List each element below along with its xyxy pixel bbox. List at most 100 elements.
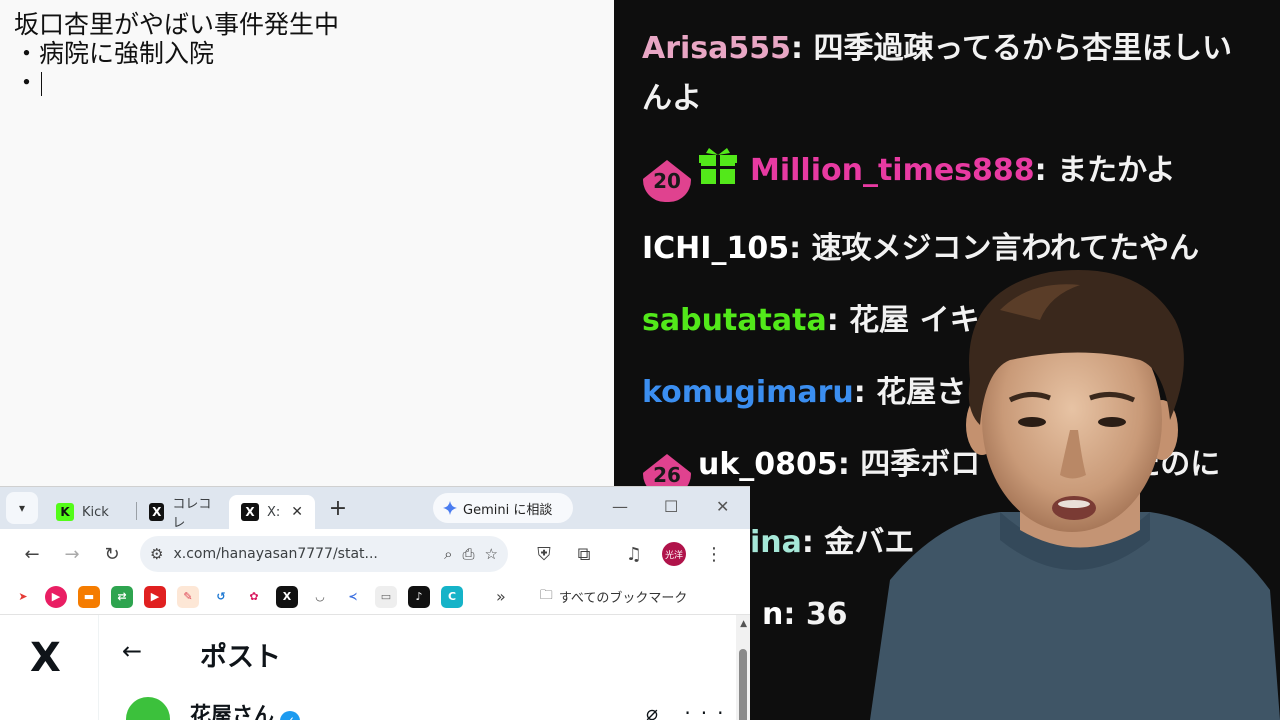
bookmark-sync-icon[interactable]: ↺ — [210, 585, 232, 608]
nav-divider — [98, 615, 99, 720]
bookmark-music-icon[interactable]: ▶ — [45, 585, 67, 608]
menu-button[interactable]: ⋮ — [696, 536, 732, 572]
all-bookmarks-label: すべてのブックマーク — [558, 591, 688, 606]
extensions-button[interactable]: ⧉ — [566, 536, 602, 572]
x-favicon-icon: X — [241, 503, 259, 521]
author-avatar[interactable] — [126, 697, 170, 720]
chat-username: Arisa555 — [642, 31, 792, 66]
bookmark-doc-icon[interactable]: ✎ — [177, 585, 199, 608]
notepad-window[interactable]: 坂口杏里がやばい事件発生中 ・病院に強制入院 ・ — [0, 0, 614, 486]
chat-username: uk_0805 — [698, 447, 838, 482]
forward-button[interactable]: → — [54, 536, 90, 572]
scrollbar[interactable]: ▲ — [736, 615, 750, 720]
chat-username: komugimaru — [642, 375, 854, 410]
chat-separator: : — [1034, 153, 1058, 188]
chat-separator: : — [789, 231, 812, 266]
post-back-button[interactable]: ← — [122, 637, 142, 665]
note-line-3[interactable]: ・ — [14, 68, 600, 97]
author-name: 花屋さん — [190, 703, 274, 720]
chat-text: 36 — [805, 597, 848, 632]
webcam-feed — [850, 250, 1280, 720]
note-line-1[interactable]: 坂口杏里がやばい事件発生中 — [14, 10, 600, 39]
chevron-down-icon: ▾ — [18, 501, 26, 515]
subscriber-badge-icon: 20 — [642, 160, 692, 202]
music-list-icon: ♫ — [625, 543, 643, 565]
chat-username: n — [762, 597, 784, 632]
tab-kick[interactable]: K Kick — [44, 495, 136, 529]
reload-button[interactable]: ↻ — [94, 536, 130, 572]
bookmark-amazon-icon[interactable]: ▬ — [78, 585, 100, 608]
scrollbar-thumb[interactable] — [739, 649, 747, 720]
scroll-up-icon[interactable]: ▲ — [740, 619, 747, 629]
note-line-3-text: ・ — [14, 68, 40, 97]
tab-korekore[interactable]: X コレコレ — [137, 495, 229, 531]
bookmark-green-icon[interactable]: ⇄ — [111, 585, 133, 608]
chat-separator: : — [783, 597, 806, 632]
post-actions[interactable]: ⌀ ··· — [646, 701, 733, 720]
tab-close-icon[interactable]: ✕ — [291, 504, 303, 520]
page-title: ポスト — [200, 642, 281, 673]
x-post-page: X ← ポスト 花屋さん ✓ ⌀ ··· ▲ — [0, 615, 750, 720]
text-caret — [41, 72, 43, 96]
streamer-face-image — [870, 270, 1280, 720]
all-bookmarks-folder[interactable]: 🗀 すべてのブックマーク — [540, 586, 688, 608]
install-app-icon[interactable]: ⎙ — [463, 545, 475, 563]
gemini-button[interactable]: Gemini に相談 — [433, 493, 573, 523]
bookmark-smile-icon[interactable]: ◡ — [309, 585, 331, 608]
bookmark-image-icon[interactable]: ▭ — [375, 585, 397, 608]
bookmark-x-icon[interactable]: X — [276, 585, 298, 608]
note-line-2[interactable]: ・病院に強制入院 — [14, 39, 600, 68]
bookmarks-bar: ➤ ▶ ▬ ⇄ ▶ ✎ ↺ ✿ X ◡ ≺ ▭ ♪ C » 🗀 すべてのブックマー… — [0, 579, 750, 615]
back-button[interactable]: ← — [14, 536, 50, 572]
chat-username: Million_times888 — [750, 153, 1035, 188]
bookmark-tiktok-icon[interactable]: ♪ — [408, 585, 430, 608]
gemini-sparkle-icon — [443, 501, 457, 515]
reload-icon: ↻ — [104, 543, 120, 565]
puzzle-icon: ⧉ — [577, 543, 591, 565]
shield-icon: ⛨ — [537, 543, 551, 565]
extension-shield-button[interactable]: ⛨ — [526, 536, 562, 572]
browser-toolbar: ← → ↻ ⚙ x.com/hanayasan7777/stat... ⌕ ⎙ … — [0, 529, 750, 579]
chat-username: ICHI_105 — [642, 231, 790, 266]
x-logo-icon[interactable]: X — [30, 635, 61, 681]
kick-favicon-icon: K — [56, 503, 74, 521]
bookmark-star-icon[interactable]: ☆ — [485, 545, 498, 563]
tab-strip: ▾ K Kick X コレコレ X X: ✕ + Gemini に相談 — ☐ … — [0, 487, 750, 531]
tab-x-active[interactable]: X X: ✕ — [229, 495, 315, 529]
chat-username: ina — [750, 525, 802, 560]
bookmarks-overflow-button[interactable]: » — [496, 587, 506, 606]
chat-message: Arisa555: 四季過疎ってるから杏里ほしいんよ — [642, 24, 1252, 124]
tab-label: Kick — [82, 504, 109, 520]
chat-username: sabutatata — [642, 303, 827, 338]
kebab-menu-icon: ⋮ — [705, 543, 723, 565]
tab-label: コレコレ — [172, 497, 212, 531]
chat-separator: : — [826, 303, 850, 338]
arrow-left-icon: ← — [24, 543, 40, 565]
gemini-label: Gemini に相談 — [463, 502, 553, 518]
url-text[interactable]: x.com/hanayasan7777/stat... — [173, 546, 434, 562]
bookmark-arrow-left-icon[interactable]: ≺ — [342, 585, 364, 608]
folder-icon: 🗀 — [539, 587, 553, 603]
address-bar[interactable]: ⚙ x.com/hanayasan7777/stat... ⌕ ⎙ ☆ — [140, 536, 508, 572]
chat-message: 20 Million_times888: またかよ — [642, 146, 1252, 202]
minimize-button[interactable]: — — [612, 497, 628, 516]
profile-button[interactable]: 光洋 — [656, 536, 692, 572]
bookmark-arrow-icon[interactable]: ➤ — [12, 585, 34, 608]
arrow-right-icon: → — [64, 543, 80, 565]
chat-text: またかよ — [1057, 153, 1176, 188]
close-window-button[interactable]: ✕ — [716, 497, 729, 516]
post-author[interactable]: 花屋さん ✓ — [190, 699, 300, 720]
bookmark-youtube-icon[interactable]: ▶ — [144, 585, 166, 608]
chat-separator: : — [801, 525, 825, 560]
new-tab-button[interactable]: + — [323, 493, 353, 523]
x-favicon-icon: X — [149, 503, 165, 521]
bookmark-c-icon[interactable]: C — [441, 585, 463, 608]
badge-months: 20 — [643, 160, 691, 202]
site-settings-icon[interactable]: ⚙ — [150, 545, 163, 563]
zoom-icon[interactable]: ⌕ — [444, 545, 452, 563]
bookmark-flower-icon[interactable]: ✿ — [243, 585, 265, 608]
media-controls-button[interactable]: ♫ — [616, 536, 652, 572]
tab-search-button[interactable]: ▾ — [6, 492, 38, 524]
maximize-button[interactable]: ☐ — [664, 497, 678, 516]
verified-badge-icon: ✓ — [280, 711, 300, 720]
